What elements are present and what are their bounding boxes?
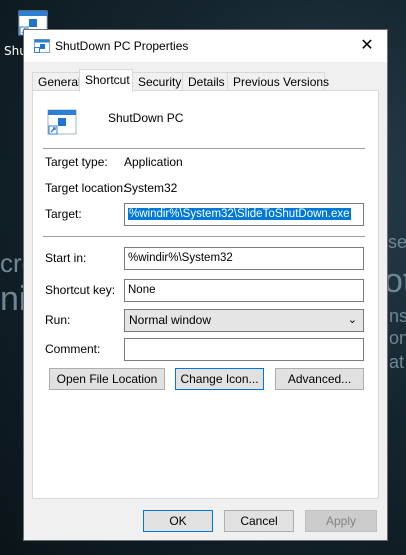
apply-button[interactable]: Apply xyxy=(305,510,377,532)
shortcut-name: ShutDown PC xyxy=(108,111,184,125)
tab-details[interactable]: Details xyxy=(182,72,228,91)
run-label: Run: xyxy=(45,313,71,327)
shortcut-key-input[interactable]: None xyxy=(124,279,364,302)
comment-label: Comment: xyxy=(45,342,101,356)
window-title: ShutDown PC Properties xyxy=(55,39,189,53)
target-type-label: Target type: xyxy=(45,155,108,169)
shortcut-app-icon xyxy=(34,39,50,53)
target-type-value: Application xyxy=(124,155,183,169)
shortcut-large-icon xyxy=(47,109,77,135)
tab-previous-versions[interactable]: Previous Versions xyxy=(227,72,329,91)
start-in-label: Start in: xyxy=(45,251,87,265)
shortcut-tab-panel: ShutDown PC Target type: Application Tar… xyxy=(32,90,379,499)
target-location-value: System32 xyxy=(124,181,178,195)
shortcut-key-label: Shortcut key: xyxy=(45,283,116,297)
title-bar[interactable]: ShutDown PC Properties ✕ xyxy=(24,30,387,62)
tab-general[interactable]: General xyxy=(32,72,81,91)
tab-shortcut[interactable]: Shortcut xyxy=(79,69,133,92)
divider xyxy=(43,236,365,237)
bg-text-fragment: nsi xyxy=(389,306,406,326)
advanced-button[interactable]: Advanced... xyxy=(275,368,364,390)
close-icon: ✕ xyxy=(360,37,374,54)
ok-button[interactable]: OK xyxy=(143,510,213,532)
target-location-label: Target location: xyxy=(45,181,127,195)
target-input[interactable]: %windir%\System32\SlideToShutDown.exe xyxy=(124,203,364,226)
cancel-button[interactable]: Cancel xyxy=(224,510,294,532)
properties-dialog: ShutDown PC Properties ✕ General Shortcu… xyxy=(23,29,388,541)
chevron-down-icon: ⌄ xyxy=(347,314,357,326)
change-icon-button[interactable]: Change Icon... xyxy=(175,368,264,390)
comment-input[interactable] xyxy=(124,338,364,361)
start-in-input[interactable]: %windir%\System32 xyxy=(124,247,364,270)
close-button[interactable]: ✕ xyxy=(347,30,387,62)
tab-security[interactable]: Security xyxy=(132,72,183,91)
bg-text-fragment: se xyxy=(388,232,406,252)
bg-text-fragment: on xyxy=(389,328,406,348)
divider xyxy=(43,148,365,149)
target-label: Target: xyxy=(45,207,82,221)
run-select-value: Normal window xyxy=(129,313,212,327)
run-select[interactable]: Normal window ⌄ xyxy=(124,309,364,332)
open-file-location-button[interactable]: Open File Location xyxy=(49,368,165,390)
target-input-selected-text: %windir%\System32\SlideToShutDown.exe xyxy=(128,208,351,220)
bg-text-fragment: at xyxy=(389,352,405,372)
